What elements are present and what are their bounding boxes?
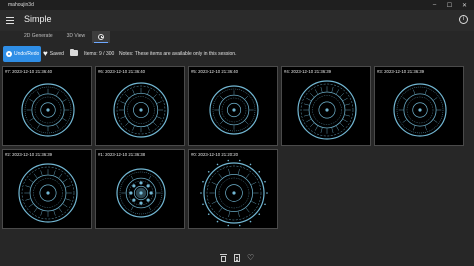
tab-3d-view[interactable]: 3D View xyxy=(60,31,93,43)
favorite-icon[interactable]: ♡ xyxy=(247,253,256,262)
item-count: Items: 9 / 300 xyxy=(84,51,115,57)
tab-bar: 2D Generate 3D View xyxy=(0,31,474,43)
history-item[interactable]: #4: 2023-12-10 21:36:39 xyxy=(281,66,371,146)
maximize-icon[interactable]: ☐ xyxy=(442,0,457,10)
window-title: mahoujin3d xyxy=(8,2,34,8)
minimize-icon[interactable]: – xyxy=(427,0,442,10)
menu-icon[interactable] xyxy=(5,15,15,25)
history-item-label: #5: 2023-12-10 21:36:40 xyxy=(191,69,239,74)
magic-circle-thumbnail xyxy=(116,168,166,218)
app-header: Simple i xyxy=(0,10,474,31)
history-item[interactable]: #5: 2023-12-10 21:36:40 xyxy=(188,66,278,146)
session-notes: Notes: These items are available only in… xyxy=(119,51,237,57)
undo-redo-toggle[interactable]: Undo/Redo xyxy=(3,46,41,62)
undo-redo-label: Undo/Redo xyxy=(14,51,40,57)
info-icon[interactable]: i xyxy=(459,15,468,24)
toggle-icon xyxy=(6,51,12,57)
history-item[interactable]: #7: 2023-12-10 21:36:40 xyxy=(2,66,92,146)
magic-circle-thumbnail xyxy=(393,83,447,137)
window-titlebar: mahoujin3d – ☐ ✕ xyxy=(0,0,474,10)
history-item[interactable]: #3: 2023-12-10 21:36:39 xyxy=(374,66,464,146)
history-item-label: #6: 2023-12-10 21:36:40 xyxy=(98,69,146,74)
tab-history[interactable] xyxy=(92,31,111,43)
history-item-label: #3: 2023-12-10 21:36:39 xyxy=(377,69,425,74)
history-item-label: #7: 2023-12-10 21:36:40 xyxy=(5,69,53,74)
close-icon[interactable]: ✕ xyxy=(457,0,472,10)
delete-icon[interactable] xyxy=(220,254,227,262)
history-item[interactable]: #0: 2023-12-10 21:20:20 xyxy=(188,149,278,229)
magic-circle-thumbnail xyxy=(200,159,268,227)
history-toolbar: Undo/Redo ♥ Saved Items: 9 / 300 Notes: … xyxy=(0,46,474,62)
history-item-label: #0: 2023-12-10 21:20:20 xyxy=(191,152,239,157)
history-item[interactable]: #1: 2023-12-10 21:36:38 xyxy=(95,149,185,229)
heart-icon: ♥ xyxy=(43,49,48,58)
page-title: Simple xyxy=(24,14,52,24)
history-item-label: #2: 2023-12-10 21:36:39 xyxy=(5,152,53,157)
magic-circle-thumbnail xyxy=(113,82,169,138)
magic-circle-thumbnail xyxy=(297,80,357,140)
history-item[interactable]: #2: 2023-12-10 21:36:39 xyxy=(2,149,92,229)
magic-circle-thumbnail xyxy=(18,163,78,223)
magic-circle-thumbnail xyxy=(209,85,259,135)
magic-circle-thumbnail xyxy=(21,83,75,137)
history-item-label: #1: 2023-12-10 21:36:38 xyxy=(98,152,146,157)
history-item-label: #4: 2023-12-10 21:36:39 xyxy=(284,69,332,74)
tab-2d-generate[interactable]: 2D Generate xyxy=(17,31,60,43)
folder-icon[interactable] xyxy=(70,48,78,56)
saved-button[interactable]: ♥ Saved xyxy=(43,47,68,61)
export-icon[interactable] xyxy=(234,254,241,262)
saved-label: Saved xyxy=(49,51,64,57)
bottom-command-bar: ♡ xyxy=(0,250,474,266)
history-item[interactable]: #6: 2023-12-10 21:36:40 xyxy=(95,66,185,146)
window-controls: – ☐ ✕ xyxy=(427,0,472,10)
history-icon xyxy=(98,34,105,40)
